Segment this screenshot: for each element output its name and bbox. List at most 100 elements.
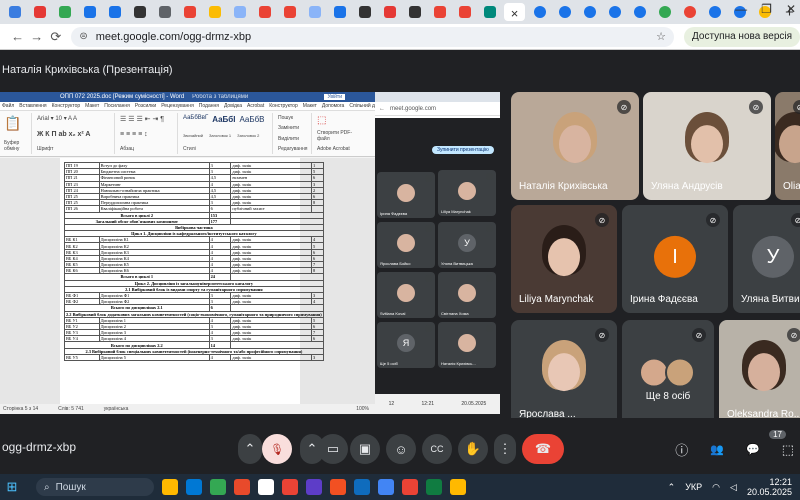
minimize-icon[interactable]: — [735,2,747,16]
font-controls[interactable]: Arial ▾ 10 ▾ A A [37,115,112,122]
people-icon[interactable]: 👥 [710,443,724,456]
activities-icon[interactable]: ⬚ [782,442,794,458]
back-button[interactable]: ← [8,29,27,44]
participant-tile[interactable]: Наталія Крихівська ⊘ [511,92,639,200]
taskbar-app-icon[interactable] [306,479,322,495]
ribbon-tab[interactable]: Подання [199,103,219,109]
style-normal[interactable]: АаБбВвГ [183,115,208,124]
ribbon-tab[interactable]: Макет [85,103,99,109]
list-buttons[interactable]: ☰ ☰ ☰ ⇤ ⇥ ¶ [120,115,175,123]
wifi-icon[interactable]: ◠ [712,482,720,493]
taskbar-app-icon[interactable] [210,479,226,495]
participant-tile[interactable]: Уляна Андрусів ⊘ [643,92,771,200]
browser-tab[interactable] [154,3,175,21]
ribbon-tab[interactable]: Посилання [104,103,130,109]
ribbon-tab[interactable]: Макет [303,103,317,109]
update-available-button[interactable]: Доступна нова версія [684,26,800,47]
taskbar-app-icon[interactable] [162,479,178,495]
participant-tile[interactable]: Olia ⊘ [775,92,800,200]
zoom-level[interactable]: 100% [356,406,369,412]
ribbon-tab[interactable]: Файл [2,103,14,109]
participant-tile[interactable]: Oleksandra Ro... ⊘ [719,320,800,428]
bookmark-star-icon[interactable]: ☆ [656,30,666,43]
format-buttons[interactable]: Ж К П ab x₂ x² A [37,131,112,138]
taskbar-app-icon[interactable] [378,479,394,495]
browser-tab[interactable] [129,3,150,21]
taskbar-search[interactable]: ⌕ Пошук [36,478,154,496]
captions-button[interactable]: CC [422,434,452,464]
audio-options-button[interactable]: ⌃ [238,434,262,464]
browser-tab[interactable] [179,3,200,21]
participant-tile[interactable]: І Ірина Фадєєва ⊘ [622,205,728,313]
site-info-icon[interactable]: ⊜ [79,31,87,42]
participant-tile[interactable]: Liliya Marynchak ⊘ [511,205,617,313]
browser-tab[interactable] [679,3,700,21]
document-area[interactable]: ПП 19 Вступ до фаху 3 диф. залік 1 ПП 20 Бюдже… [0,158,375,404]
info-icon[interactable]: ⓘ [675,440,688,459]
style-heading2[interactable]: АаБбВ [239,115,264,124]
browser-tab[interactable] [329,3,350,21]
word-signin[interactable]: Увійти [324,94,345,100]
browser-tab[interactable] [4,3,25,21]
taskbar-app-icon[interactable] [258,479,274,495]
acrobat-icon[interactable]: ⬚ [317,115,357,126]
language-indicator[interactable]: УКР [685,482,702,492]
create-pdf-button[interactable]: Створити PDF-файл [317,130,357,142]
paste-icon[interactable]: 📋 [4,115,29,132]
browser-tab[interactable] [454,3,475,21]
align-buttons[interactable]: ≡ ≡ ≡ ≡ ↕ [120,131,175,138]
participant-tile[interactable]: Ярослава ... ⊘ [511,320,617,428]
browser-tab[interactable] [79,3,100,21]
raise-hand-button[interactable]: ✋ [458,434,488,464]
tab-close-icon[interactable]: × [509,6,521,21]
browser-tab[interactable] [479,3,500,21]
browser-tab[interactable] [629,3,650,21]
reload-button[interactable]: ⟳ [46,29,65,45]
select-button[interactable]: Виділити [278,136,309,142]
ribbon-tab[interactable]: Рецензування [161,103,194,109]
clock[interactable]: 12:21 20.05.2025 [747,477,792,497]
browser-tab[interactable] [254,3,275,21]
windows-start-icon[interactable]: ⊞ [0,479,24,495]
ribbon-tab[interactable]: Конструктор [52,103,81,109]
taskbar-app-icon[interactable] [450,479,466,495]
browser-tab[interactable] [104,3,125,21]
browser-tab[interactable] [654,3,675,21]
ribbon-tab[interactable]: Довідка [224,103,242,109]
participant-tile[interactable]: У Уляна Витвицька ⊘ [733,205,800,313]
browser-tab[interactable] [279,3,300,21]
taskbar-app-icon[interactable] [234,479,250,495]
browser-tab[interactable] [229,3,250,21]
browser-tab[interactable] [604,3,625,21]
ribbon-tab[interactable]: Вставлення [19,103,46,109]
browser-tab[interactable] [704,3,725,21]
taskbar-app-icon[interactable] [186,479,202,495]
forward-button[interactable]: → [27,29,46,44]
browser-tab[interactable] [429,3,450,21]
taskbar-app-icon[interactable] [402,479,418,495]
mic-off-button[interactable]: 🎙 [262,434,292,464]
browser-tab[interactable] [29,3,50,21]
replace-button[interactable]: Замінити [278,125,309,131]
browser-tab[interactable] [354,3,375,21]
ribbon-tab[interactable]: Спільний доступ [349,103,375,109]
taskbar-app-icon[interactable] [330,479,346,495]
participant-tile[interactable]: Ще 8 осіб ⊘ [622,320,714,428]
browser-tab[interactable] [304,3,325,21]
browser-tab[interactable] [579,3,600,21]
leave-call-button[interactable]: ☎ [522,434,564,464]
browser-tab-active[interactable]: × [504,3,525,21]
volume-icon[interactable]: ◁ [730,482,737,493]
browser-tab[interactable] [529,3,550,21]
ribbon-tab[interactable]: Розсилки [135,103,156,109]
url-field[interactable]: ⊜ meet.google.com/ogg-drmz-xbp ☆ [71,26,675,47]
reactions-button[interactable]: ☺ [386,434,416,464]
chat-icon[interactable]: 💬 [746,443,760,456]
close-icon[interactable]: ✕ [786,2,796,16]
browser-tab[interactable] [54,3,75,21]
ribbon-tab[interactable]: Допомога [322,103,344,109]
taskbar-app-icon[interactable] [354,479,370,495]
style-heading1[interactable]: АаБбІ [212,115,235,124]
browser-tab[interactable] [379,3,400,21]
ribbon-tab[interactable]: Acrobat [247,103,264,109]
